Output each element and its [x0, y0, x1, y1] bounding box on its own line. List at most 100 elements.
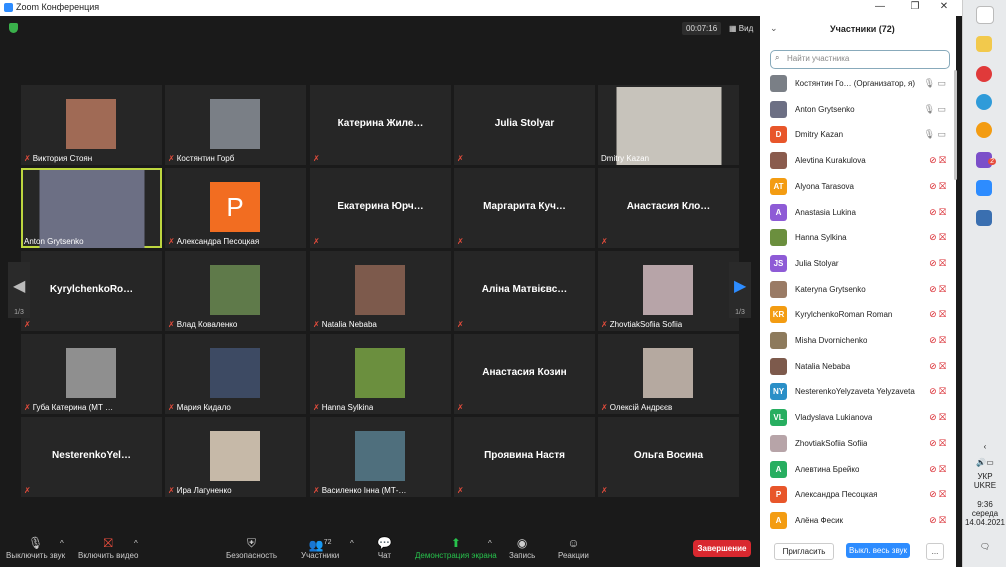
participant-row[interactable]: A Anastasia Lukina ⊘ ⛝	[770, 203, 950, 223]
participant-row[interactable]: P Александра Песоцкая ⊘ ⛝	[770, 485, 950, 505]
participant-row[interactable]: ZhovtiakSofiia Sofiia ⊘ ⛝	[770, 434, 950, 454]
participant-row[interactable]: Alevtina Kurakulova ⊘ ⛝	[770, 151, 950, 171]
invite-button[interactable]: Пригласить	[774, 543, 834, 560]
participant-row[interactable]: KR KyrylchenkoRoman Roman ⊘ ⛝	[770, 305, 950, 325]
audio-options-caret[interactable]: ^	[60, 539, 64, 548]
video-options-caret[interactable]: ^	[134, 539, 138, 548]
participant-tile[interactable]: ✗ Влад Коваленко	[165, 251, 306, 331]
minimize-button[interactable]: —	[872, 1, 888, 12]
participant-tile[interactable]: Dmitry Kazan	[598, 85, 739, 165]
muted-mic-video-off-icon[interactable]: ⊘ ⛝	[929, 155, 946, 166]
participant-row[interactable]: VL Vladyslava Lukianova ⊘ ⛝	[770, 408, 950, 428]
mic-video-status-icon[interactable]: 🎙 ▭	[924, 78, 946, 89]
participant-row[interactable]: Kateryna Grytsenko ⊘ ⛝	[770, 280, 950, 300]
participants-scrollbar[interactable]	[954, 70, 957, 180]
participants-button[interactable]: 👥72 Участники	[301, 535, 339, 560]
muted-mic-video-off-icon[interactable]: ⊘ ⛝	[929, 438, 946, 449]
participant-row[interactable]: A Алевтина Брейко ⊘ ⛝	[770, 460, 950, 480]
reactions-button[interactable]: ☺ Реакции	[558, 535, 589, 560]
participant-row[interactable]: A Алёна Фесик ⊘ ⛝	[770, 511, 950, 531]
participant-tile[interactable]: Проявина Настя ✗	[454, 417, 595, 497]
participant-tile[interactable]: Anton Grytsenko	[21, 168, 162, 248]
participant-tile[interactable]: Анастасия Козин ✗	[454, 334, 595, 414]
muted-mic-video-off-icon[interactable]: ⊘ ⛝	[929, 284, 946, 295]
participant-row[interactable]: JS Julia Stolyar ⊘ ⛝	[770, 254, 950, 274]
participant-tile[interactable]: ✗ Natalia Nebaba	[310, 251, 451, 331]
collapse-panel-icon[interactable]: ⌄	[770, 23, 778, 34]
participant-tile[interactable]: ✗ Мария Кидало	[165, 334, 306, 414]
participant-row[interactable]: Hanna Sylkina ⊘ ⛝	[770, 228, 950, 248]
participant-tile[interactable]: ✗ Ира Лагуненко	[165, 417, 306, 497]
mute-button[interactable]: 🎙 Выключить звук	[6, 535, 65, 560]
windows-start-icon[interactable]	[976, 6, 994, 24]
participant-tile[interactable]: Екатерина Юрч… ✗	[310, 168, 451, 248]
participant-row[interactable]: AT Alyona Tarasova ⊘ ⛝	[770, 177, 950, 197]
chrome-canary-icon[interactable]	[976, 122, 992, 138]
muted-mic-video-off-icon[interactable]: ⊘ ⛝	[929, 412, 946, 423]
view-button[interactable]: ▦ Вид	[727, 22, 755, 35]
participant-tile[interactable]: Маргарита Куч… ✗	[454, 168, 595, 248]
muted-mic-video-off-icon[interactable]: ⊘ ⛝	[929, 335, 946, 346]
participant-row[interactable]: D Dmitry Kazan 🎙 ▭	[770, 125, 950, 145]
tray-chevron-icon[interactable]: ‹	[963, 442, 1006, 451]
next-page-button[interactable]: ▶ 1/3	[729, 262, 751, 318]
volume-network-icons[interactable]: 🔊▭	[963, 458, 1006, 467]
clock[interactable]: 9:36 середа 14.04.2021	[963, 500, 1006, 527]
muted-mic-video-off-icon[interactable]: ⊘ ⛝	[929, 207, 946, 218]
muted-mic-video-off-icon[interactable]: ⊘ ⛝	[929, 258, 946, 269]
restore-button[interactable]: ❐	[907, 1, 923, 12]
muted-mic-video-off-icon[interactable]: ⊘ ⛝	[929, 464, 946, 475]
language-indicator[interactable]: УКР UKRE	[963, 472, 1006, 490]
participant-row[interactable]: NY NesterenkoYelyzaveta Yelyzaveta ⊘ ⛝	[770, 382, 950, 402]
app-taskbar-icon[interactable]	[976, 210, 992, 226]
file-explorer-icon[interactable]	[976, 36, 992, 52]
share-options-caret[interactable]: ^	[488, 539, 492, 548]
participant-tile[interactable]: Julia Stolyar ✗	[454, 85, 595, 165]
close-button[interactable]: ✕	[936, 1, 952, 12]
participant-tile[interactable]: ✗ Василенко Інна (МТ-…	[310, 417, 451, 497]
participant-row[interactable]: Костянтин Го… (Организатор, я) 🎙 ▭	[770, 74, 950, 94]
participant-tile[interactable]: NesterenkoYel… ✗	[21, 417, 162, 497]
share-screen-button[interactable]: ⬆ Демонстрация экрана	[415, 535, 497, 560]
participant-tile[interactable]: ✗ Hanna Sylkina	[310, 334, 451, 414]
participant-tile[interactable]: Аліна Матвієвс… ✗	[454, 251, 595, 331]
muted-mic-video-off-icon[interactable]: ⊘ ⛝	[929, 181, 946, 192]
participant-search-input[interactable]: ⌕ Найти участника	[770, 50, 950, 69]
participant-tile[interactable]: Ольга Восина ✗	[598, 417, 739, 497]
muted-mic-video-off-icon[interactable]: ⊘ ⛝	[929, 361, 946, 372]
participant-tile[interactable]: ✗ Костянтин Горб	[165, 85, 306, 165]
participant-row[interactable]: Natalia Nebaba ⊘ ⛝	[770, 357, 950, 377]
prev-page-button[interactable]: ◀ 1/3	[8, 262, 30, 318]
participant-row[interactable]: Misha Dvornichenko ⊘ ⛝	[770, 331, 950, 351]
end-meeting-button[interactable]: Завершение	[693, 540, 751, 557]
mic-video-status-icon[interactable]: 🎙 ▭	[924, 104, 946, 115]
muted-mic-video-off-icon[interactable]: ⊘ ⛝	[929, 309, 946, 320]
participant-tile[interactable]: Катерина Жиле… ✗	[310, 85, 451, 165]
mic-video-status-icon[interactable]: 🎙 ▭	[924, 129, 946, 140]
muted-mic-video-off-icon[interactable]: ⊘ ⛝	[929, 386, 946, 397]
muted-mic-video-off-icon[interactable]: ⊘ ⛝	[929, 489, 946, 500]
video-button[interactable]: ⛝ Включить видео	[78, 535, 138, 560]
participant-row[interactable]: Anton Grytsenko 🎙 ▭	[770, 100, 950, 120]
notifications-icon[interactable]: 🗨	[963, 542, 1006, 551]
more-options-button[interactable]: ...	[926, 543, 944, 560]
participant-tile[interactable]: ✗ Виктория Стоян	[21, 85, 162, 165]
participant-tile[interactable]: KyrylchenkoRo… ✗	[21, 251, 162, 331]
participant-tile[interactable]: ✗ ZhovtiakSofiia Sofiia	[598, 251, 739, 331]
participant-tile[interactable]: ✗ Губа Катерина (МТ …	[21, 334, 162, 414]
chat-button[interactable]: 💬 Чат	[377, 535, 392, 560]
edge-icon[interactable]	[976, 94, 992, 110]
security-button[interactable]: ⛨ Безопасность	[226, 535, 277, 560]
participant-tile[interactable]: Анастасия Кло… ✗	[598, 168, 739, 248]
viber-icon[interactable]: 2	[976, 152, 996, 168]
muted-mic-video-off-icon[interactable]: ⊘ ⛝	[929, 232, 946, 243]
mute-all-button[interactable]: Выкл. весь звук	[846, 543, 910, 558]
record-button[interactable]: ◉ Запись	[509, 535, 535, 560]
participants-options-caret[interactable]: ^	[350, 539, 354, 548]
participant-tile[interactable]: P ✗ Александра Песоцкая	[165, 168, 306, 248]
opera-icon[interactable]	[976, 66, 992, 82]
muted-mic-video-off-icon[interactable]: ⊘ ⛝	[929, 515, 946, 526]
zoom-taskbar-icon[interactable]	[976, 180, 992, 196]
encryption-shield-icon[interactable]	[9, 23, 18, 33]
participant-tile[interactable]: ✗ Олексій Андрєєв	[598, 334, 739, 414]
